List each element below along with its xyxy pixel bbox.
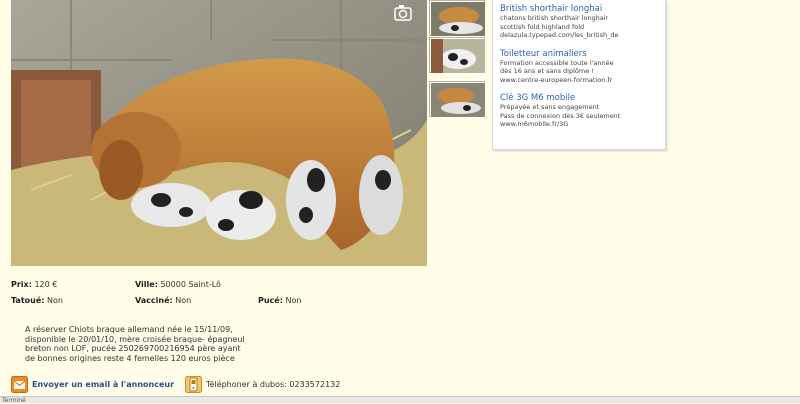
thumbnail-3[interactable] xyxy=(429,81,485,117)
tattooed-value: Non xyxy=(47,296,63,305)
description-line: de bonnes origines reste 4 femelles 120 … xyxy=(25,353,235,363)
city-value: 50000 Saint-Lô xyxy=(160,280,221,289)
ad-title-link[interactable]: Toiletteur animaliers xyxy=(500,49,658,59)
ad-text: Prépayée et sans engagement xyxy=(500,103,600,111)
ad-item: Toiletteur animaliers Formation accessib… xyxy=(500,49,658,85)
listing-description: A réserver Chiots braque allemand née le… xyxy=(25,325,275,363)
description-line: A réserver Chiots braque allemand née le… xyxy=(25,325,233,334)
microchip-value: Non xyxy=(285,296,302,305)
envelope-icon xyxy=(11,375,28,393)
description-line: breton non LOF, pucée 250269700216954 pè… xyxy=(25,344,241,353)
main-listing-photo xyxy=(11,0,427,266)
ad-url[interactable]: www.centre-europeen-formation.fr xyxy=(500,76,658,85)
phone-icon xyxy=(185,375,202,393)
city-field: Ville: 50000 Saint-Lô xyxy=(135,280,221,289)
description-line: disponible le 20/01/10, mère croisée bra… xyxy=(25,334,245,344)
tattooed-field: Tatoué: Non xyxy=(11,296,63,305)
email-contact-button[interactable]: Envoyer un email à l'annonceur xyxy=(11,375,174,393)
city-label: Ville: xyxy=(135,280,158,289)
price-field: Prix: 120 € xyxy=(11,280,57,289)
vaccinated-label: Vacciné: xyxy=(135,296,173,305)
ad-url[interactable]: delazula.typepad.com/les_british_de xyxy=(500,31,658,40)
microchip-label: Pucé: xyxy=(258,296,283,305)
phone-contact-label[interactable]: Téléphoner à dubos: 0233572132 xyxy=(206,380,340,389)
ad-text: Pass de connexion dès 3€ seulement xyxy=(500,111,621,120)
tattooed-label: Tatoué: xyxy=(11,296,45,305)
thumbnail-1[interactable] xyxy=(429,0,485,36)
ad-text: scottish fold highland fold xyxy=(500,22,585,31)
ad-item: Clé 3G M6 mobile Prépayée et sans engage… xyxy=(500,93,658,129)
phone-contact[interactable]: Téléphoner à dubos: 0233572132 xyxy=(185,375,340,393)
ad-text: chatons british shorthair longhair xyxy=(500,14,609,22)
ad-title-link[interactable]: Clé 3G M6 mobile xyxy=(500,93,658,103)
ad-title-link[interactable]: British shorthair longhai xyxy=(500,4,658,14)
photo-count-icon xyxy=(393,3,415,23)
price-value: 120 € xyxy=(34,280,58,289)
sponsored-links-panel: British shorthair longhai chatons britis… xyxy=(492,0,666,150)
thumbnail-2[interactable] xyxy=(429,37,485,73)
vaccinated-field: Vacciné: Non xyxy=(135,296,191,305)
email-contact-label[interactable]: Envoyer un email à l'annonceur xyxy=(32,380,174,389)
ad-item: British shorthair longhai chatons britis… xyxy=(500,4,658,40)
ad-url[interactable]: www.m6mobile.fr/3G xyxy=(500,120,658,129)
ad-text: Formation accessible toute l'année xyxy=(500,58,614,67)
microchip-field: Pucé: Non xyxy=(258,296,301,305)
price-label: Prix: xyxy=(11,280,32,289)
ad-text: dès 16 ans et sans diplôme ! xyxy=(500,67,594,75)
vaccinated-value: Non xyxy=(175,296,192,305)
browser-status-bar: Terminé xyxy=(0,396,800,404)
